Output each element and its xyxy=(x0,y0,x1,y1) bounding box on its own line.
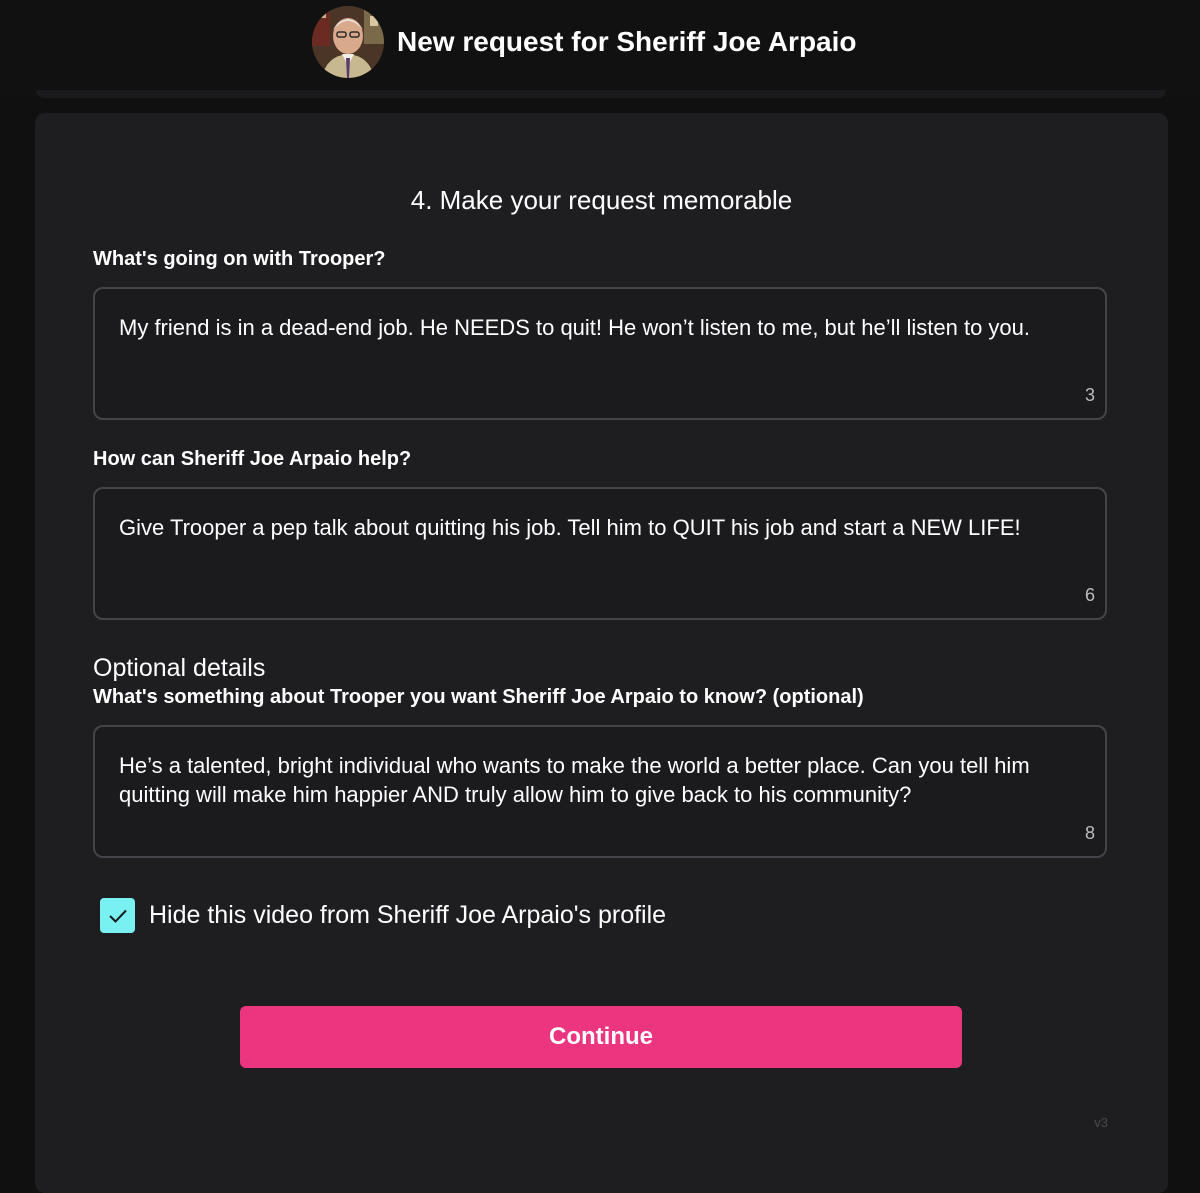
avatar xyxy=(312,6,384,78)
how-can-help-textarea[interactable]: Give Trooper a pep talk about quitting h… xyxy=(93,487,1107,620)
avatar-portrait-icon xyxy=(312,6,384,78)
header-content: New request for Sheriff Joe Arpaio xyxy=(312,6,857,78)
character-counter: 6 xyxy=(1084,585,1095,605)
continue-button[interactable]: Continue xyxy=(240,1006,962,1068)
hide-video-label[interactable]: Hide this video from Sheriff Joe Arpaio'… xyxy=(149,901,666,930)
hide-video-option[interactable]: Hide this video from Sheriff Joe Arpaio'… xyxy=(100,898,666,933)
optional-details-heading: Optional details xyxy=(93,654,266,682)
optional-details-textarea[interactable]: He’s a talented, bright individual who w… xyxy=(93,725,1107,858)
page-header: New request for Sheriff Joe Arpaio xyxy=(0,0,1200,96)
whats-going-on-text: My friend is in a dead-end job. He NEEDS… xyxy=(119,315,1031,340)
character-counter: 8 xyxy=(1084,823,1095,843)
step-title: 4. Make your request memorable xyxy=(410,185,793,215)
character-counter: 3 xyxy=(1084,385,1095,405)
hide-video-checkbox[interactable] xyxy=(100,898,135,933)
checkmark-icon xyxy=(108,909,127,923)
whats-going-on-label: What's going on with Trooper? xyxy=(93,248,386,270)
version-label: v3 xyxy=(1094,1115,1108,1130)
page-title: New request for Sheriff Joe Arpaio xyxy=(397,26,857,57)
whats-going-on-textarea[interactable]: My friend is in a dead-end job. He NEEDS… xyxy=(93,287,1107,420)
request-form-card: 4. Make your request memorable What's go… xyxy=(35,113,1168,1193)
how-can-help-text: Give Trooper a pep talk about quitting h… xyxy=(119,515,1021,540)
optional-details-text: He’s a talented, bright individual who w… xyxy=(119,753,1030,807)
how-can-help-label: How can Sheriff Joe Arpaio help? xyxy=(93,448,412,470)
header-divider xyxy=(36,90,1166,98)
optional-details-label: What's something about Trooper you want … xyxy=(93,686,864,708)
